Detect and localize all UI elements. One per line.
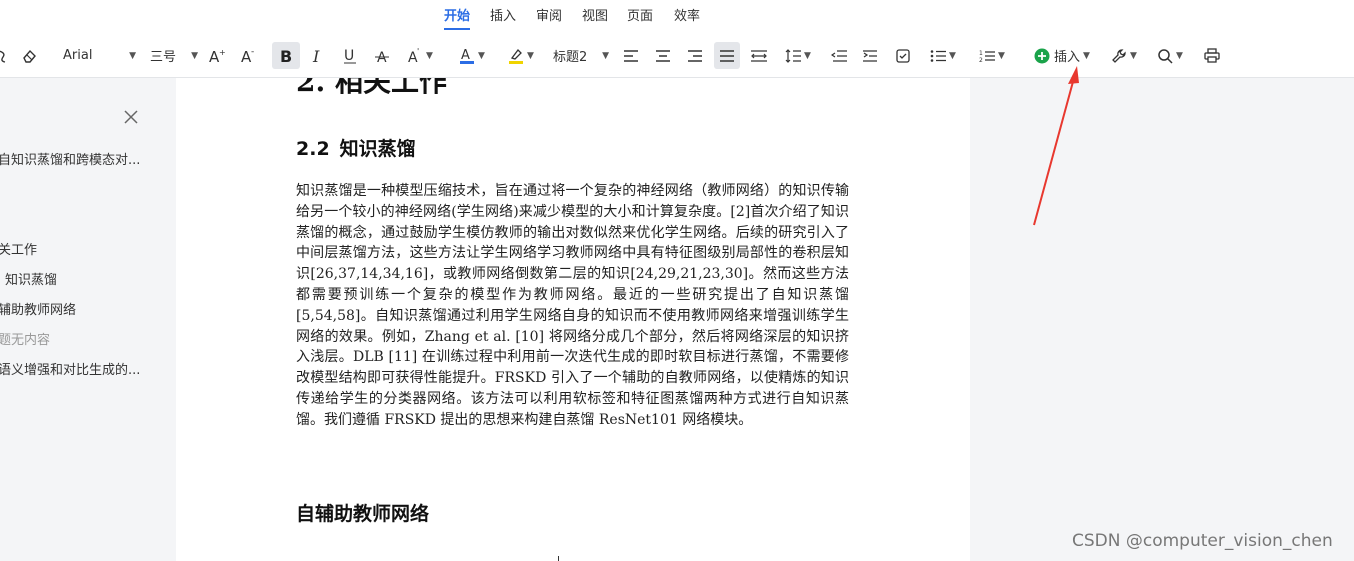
heading-style-value: 标题2 [553,50,588,65]
decrease-font-icon[interactable]: A- [238,42,260,69]
numbered-list-button[interactable]: 12 ▼ [972,42,1012,69]
tab-page[interactable]: 页面 [627,5,653,24]
chevron-down-icon: ▼ [426,50,433,61]
close-icon[interactable] [122,108,140,126]
outline-item-fragment[interactable]: : [0,177,1,192]
heading-style-select[interactable]: 标题2 ▼ [553,42,609,69]
outline-item-fragment[interactable]: : [0,387,1,402]
increase-font-icon[interactable]: A + [206,42,228,69]
chevron-down-icon: ▼ [804,50,811,61]
tab-efficiency[interactable]: 效率 [674,5,700,24]
chevron-down-icon: ▼ [527,50,534,61]
tab-insert[interactable]: 插入 [490,5,516,24]
svg-text:+: + [219,48,226,57]
svg-text:B: B [280,48,292,64]
active-tab-underline [444,28,470,30]
next-section-heading: 自辅助教师网络 [296,503,430,525]
font-size-select[interactable]: 三号 ▼ [150,42,198,69]
font-size-value: 三号 [150,50,177,65]
highlight-button[interactable]: ▼ [502,42,540,69]
align-justify-icon[interactable] [714,42,740,69]
chevron-down-icon: ▼ [1130,50,1137,61]
outline-item-knowledge-distillation[interactable]: 知识蒸馏 [5,269,57,288]
document-page[interactable]: 2. 相关工作 2.2 知识蒸馏 知识蒸馏是一种模型压缩技术，旨在通过将一个复杂的… [176,78,970,561]
tab-view[interactable]: 视图 [582,5,608,24]
align-left-icon[interactable] [620,42,642,69]
chevron-down-icon: ▼ [1176,50,1183,61]
subsection-number: 2.2 [296,138,330,160]
add-circle-icon [1034,48,1050,63]
svg-text:': ' [417,48,419,56]
align-center-icon[interactable] [652,42,674,69]
checkbox-icon[interactable] [892,42,914,69]
strikethrough-button[interactable]: A [370,42,394,69]
line-spacing-button[interactable]: ▼ [780,42,816,69]
align-right-icon[interactable] [684,42,706,69]
bullet-list-button[interactable]: ▼ [924,42,962,69]
svg-text:U: U [344,48,354,64]
distributed-align-icon[interactable] [748,42,770,69]
section-heading-related-work: 2. 相关工作 [296,78,447,98]
subsection-title: 知识蒸馏 [339,138,416,160]
subsection-heading: 2.2 知识蒸馏 [296,134,416,161]
right-margin-area [970,78,1354,561]
chevron-down-icon: ▼ [478,50,485,61]
underline-button[interactable]: U [338,42,362,69]
svg-text:I: I [312,48,320,64]
chevron-down-icon: ▼ [191,50,198,61]
text-cursor [558,556,559,561]
search-icon [1158,48,1173,64]
svg-text:2: 2 [979,57,983,63]
bold-button[interactable]: B [272,42,300,69]
font-family-value: Arial [63,48,93,63]
format-painter-icon[interactable] [0,42,8,69]
formatting-toolbar: Arial ▼ 三号 ▼ A + A- B I U A A ' ▼ A ▼ ▼ 标题… [0,34,1354,78]
chevron-down-icon: ▼ [602,50,609,61]
tab-start[interactable]: 开始 [444,5,470,24]
font-family-select[interactable]: Arial ▼ [60,42,136,69]
chevron-down-icon: ▼ [998,50,1005,61]
body-paragraph[interactable]: 知识蒸馏是一种模型压缩技术，旨在通过将一个复杂的神经网络（教师网络）的知识传输给… [296,181,849,431]
print-icon[interactable] [1200,42,1224,69]
watermark: CSDN @computer_vision_chen [1072,531,1333,551]
svg-text:1: 1 [979,50,983,57]
outline-item-empty[interactable]: 题无内容 [0,329,50,348]
chevron-down-icon: ▼ [129,50,136,61]
ribbon-tab-bar: 开始 插入 审阅 视图 页面 效率 [0,0,1354,34]
tab-review[interactable]: 审阅 [536,5,562,24]
font-color-button[interactable]: A ▼ [452,42,492,69]
svg-text:-: - [251,48,254,57]
insert-menu-button[interactable]: 插入 ▼ [1028,42,1096,69]
tools-button[interactable]: ▼ [1106,42,1142,69]
eraser-icon[interactable] [18,42,40,69]
decrease-indent-icon[interactable] [828,42,850,69]
chevron-down-icon: ▼ [949,50,956,61]
insert-menu-label: 插入 [1054,50,1081,65]
outline-item-semantic[interactable]: 语义增强和对比生成的... [0,359,140,378]
italic-button[interactable]: I [306,42,330,69]
wrench-icon [1112,48,1126,63]
outline-item-fragment[interactable]: . [0,207,1,222]
find-button[interactable]: ▼ [1152,42,1188,69]
outline-item-related-work[interactable]: 关工作 [0,239,37,258]
increase-indent-icon[interactable] [860,42,882,69]
outline-item-1[interactable]: 自知识蒸馏和跨模态对... [0,149,140,168]
outline-item-aux-teacher[interactable]: 辅助教师网络 [0,299,76,318]
svg-text:A: A [461,48,470,63]
chevron-down-icon: ▼ [1083,50,1090,61]
superscript-button[interactable]: A ' ▼ [402,42,438,69]
